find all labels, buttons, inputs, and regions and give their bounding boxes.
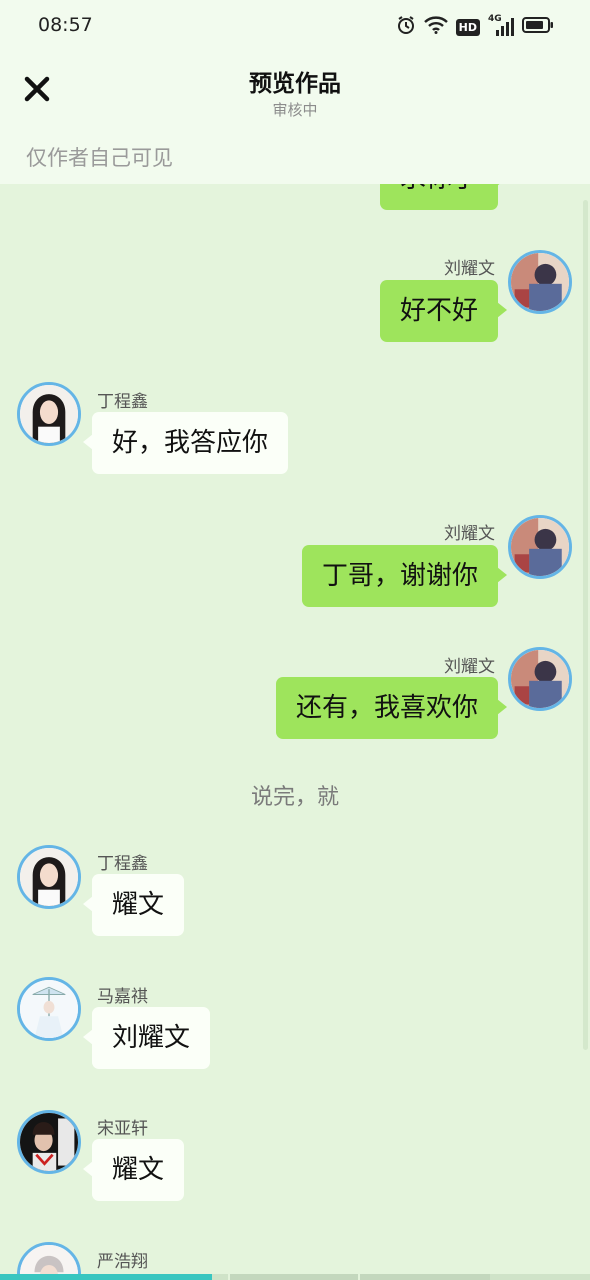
status-icons: HD 4G bbox=[396, 14, 554, 39]
hd-icon: HD bbox=[455, 18, 480, 36]
chat-area[interactable]: 求你了 刘耀文 好不好 丁程鑫 好，我答应你 刘耀文 丁哥，谢谢你 刘耀文 还有… bbox=[0, 184, 590, 1280]
page-title: 预览作品 bbox=[249, 71, 341, 97]
avatar[interactable] bbox=[508, 647, 572, 711]
sender-name: 刘耀文 bbox=[444, 259, 495, 279]
avatar[interactable] bbox=[17, 845, 81, 909]
avatar[interactable] bbox=[17, 1110, 81, 1174]
sender-name: 刘耀文 bbox=[444, 524, 495, 544]
avatar[interactable] bbox=[508, 250, 572, 314]
sender-name: 马嘉祺 bbox=[97, 987, 148, 1007]
wifi-icon bbox=[423, 16, 448, 38]
progress-fill bbox=[0, 1274, 213, 1280]
signal-icon: 4G bbox=[488, 14, 514, 37]
avatar[interactable] bbox=[17, 382, 81, 446]
status-bar: 08:57 HD 4G bbox=[0, 0, 590, 52]
status-time: 08:57 bbox=[38, 14, 93, 36]
chat-bubble: 还有，我喜欢你 bbox=[275, 677, 508, 739]
chat-bubble: 好不好 bbox=[379, 280, 508, 342]
privacy-note: 仅作者自己可见 bbox=[0, 128, 590, 184]
progress-segment bbox=[228, 1274, 358, 1280]
review-status: 审核中 bbox=[272, 101, 318, 119]
sender-name: 丁程鑫 bbox=[97, 854, 148, 874]
alarm-icon bbox=[396, 15, 416, 39]
narration-text: 说完，就 bbox=[250, 785, 339, 810]
chat-bubble: 求你了 bbox=[379, 184, 508, 210]
chat-bubble: 丁哥，谢谢你 bbox=[301, 545, 508, 607]
reading-progress-bar bbox=[0, 1274, 590, 1280]
chat-bubble: 好，我答应你 bbox=[82, 412, 289, 474]
scrollbar[interactable] bbox=[583, 200, 588, 1050]
sender-name: 丁程鑫 bbox=[97, 392, 148, 412]
battery-icon bbox=[522, 16, 554, 38]
chat-bubble: 耀文 bbox=[82, 1139, 185, 1201]
chat-bubble: 耀文 bbox=[82, 874, 185, 936]
avatar[interactable] bbox=[17, 977, 81, 1041]
sender-name: 宋亚轩 bbox=[97, 1119, 148, 1139]
progress-segment bbox=[358, 1274, 490, 1280]
avatar[interactable] bbox=[508, 515, 572, 579]
header: 预览作品 审核中 bbox=[0, 52, 590, 128]
sender-name: 刘耀文 bbox=[444, 657, 495, 677]
sender-name: 严浩翔 bbox=[97, 1252, 148, 1272]
privacy-note-text: 仅作者自己可见 bbox=[26, 146, 173, 170]
chat-bubble: 刘耀文 bbox=[82, 1007, 211, 1069]
